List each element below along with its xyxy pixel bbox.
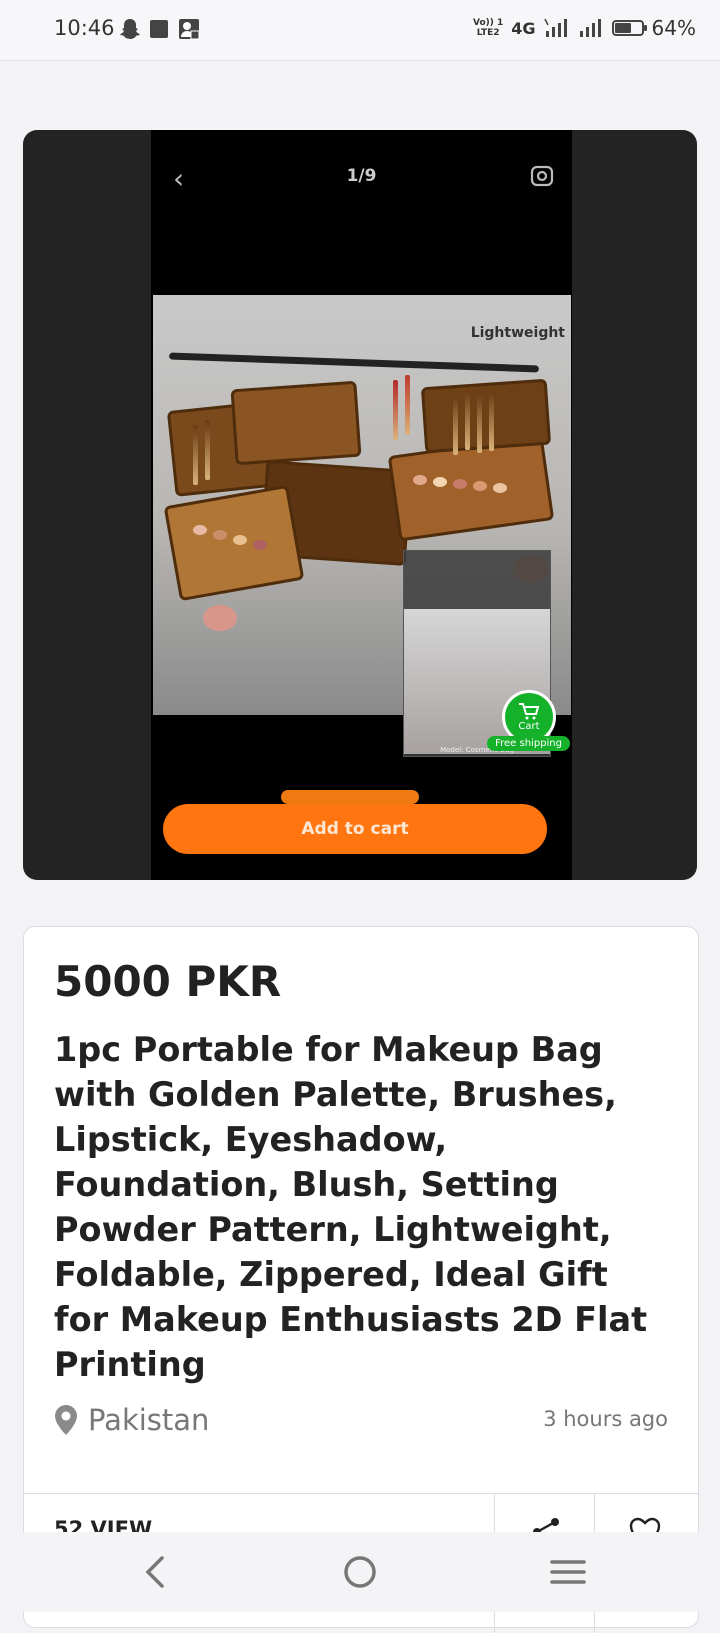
eyeshadow-pan [473,481,487,491]
brush-graphic [193,425,198,485]
eyeshadow-pan [193,525,207,535]
palette-graphic [387,434,555,542]
listing-details-card: 5000 PKR 1pc Portable for Makeup Bag wit… [23,926,699,1633]
brush-graphic [205,420,210,480]
free-shipping-badge: Free shipping [487,736,570,751]
add-to-cart-button-image: Add to cart [163,804,547,854]
menu-icon[interactable] [546,1552,590,1592]
product-screenshot-image: ‹ 1/9 Lightweight Model: Cosmetic Bag Ca… [151,130,572,880]
listing-price: 5000 PKR [54,957,282,1006]
palette-graphic [420,378,552,454]
signal-icon-2 [579,19,601,37]
status-bar: 10:46 Vo)) 1 LTE2 4G 64% [0,0,720,61]
status-time: 10:46 [54,16,115,40]
palette-graphic [230,380,362,466]
divider [24,1493,698,1494]
map-pin-icon [55,1405,77,1435]
screenshot-header: ‹ 1/9 [151,130,572,295]
notification-icons [120,18,200,40]
system-navigation-bar [0,1532,720,1612]
back-icon[interactable] [134,1552,178,1592]
brush-graphic [489,391,494,451]
cart-label: Cart [518,721,540,732]
volte-bottom-text: LTE2 [476,28,500,38]
battery-percent: 64% [651,16,696,40]
image-feature-label: Lightweight [470,325,565,341]
lipstick-graphic [393,380,398,440]
brush-graphic [465,390,470,450]
status-indicators: Vo)) 1 LTE2 4G 64% [473,16,696,40]
bag-zipper [168,352,540,373]
volte-indicator: Vo)) 1 LTE2 [473,18,503,38]
snapchat-icon [120,19,140,39]
battery-level [614,23,632,33]
camera-icon [530,165,554,187]
eyeshadow-pan [493,483,507,493]
posted-time: 3 hours ago [543,1407,668,1431]
eyeshadow-pan [413,475,427,485]
brush-graphic [453,395,458,455]
brush-graphic [477,393,482,453]
eyeshadow-pan [233,535,247,545]
home-icon[interactable] [338,1552,382,1592]
product-image-viewer[interactable]: ‹ 1/9 Lightweight Model: Cosmetic Bag Ca… [23,130,697,880]
contact-notification-icon [179,19,200,40]
eyeshadow-pan [213,530,227,540]
network-type: 4G [511,18,536,38]
eyeshadow-pan [253,540,267,550]
listing-title: 1pc Portable for Makeup Bag with Golden … [54,1030,648,1384]
image-counter: 1/9 [346,166,377,186]
volte-top-text: Vo)) 1 [473,18,504,28]
location-text: Pakistan [88,1403,210,1437]
listing-location: Pakistan [54,1403,209,1437]
eyeshadow-pan [433,477,447,487]
lipstick-graphic [405,375,410,435]
signal-icon [543,18,567,37]
mini-add-to-cart-pill [281,790,419,804]
battery-icon [611,20,647,36]
eyeshadow-pan [453,479,467,489]
blush-pan [203,605,237,631]
cart-icon [519,703,540,720]
app-notification-icon [150,20,168,38]
